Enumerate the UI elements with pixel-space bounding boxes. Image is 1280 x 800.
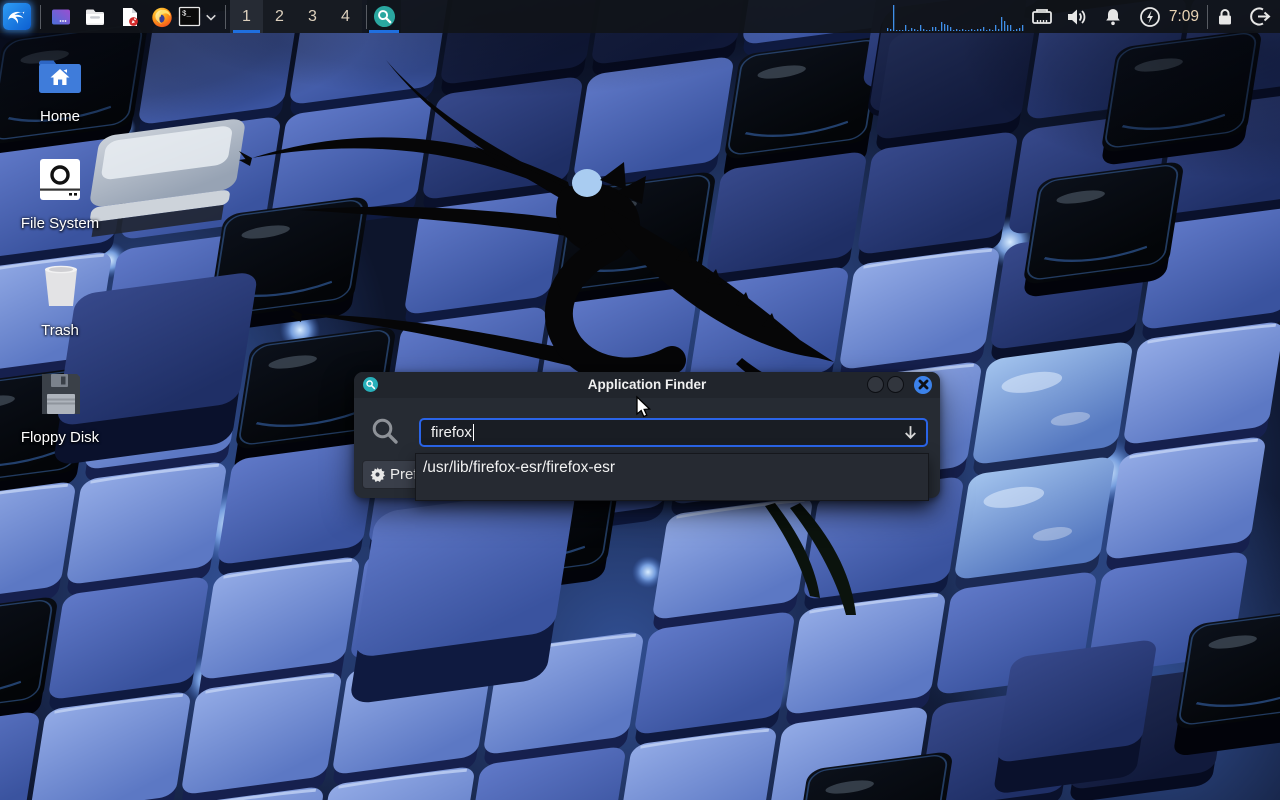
svg-text:$_: $_ [182,11,192,19]
